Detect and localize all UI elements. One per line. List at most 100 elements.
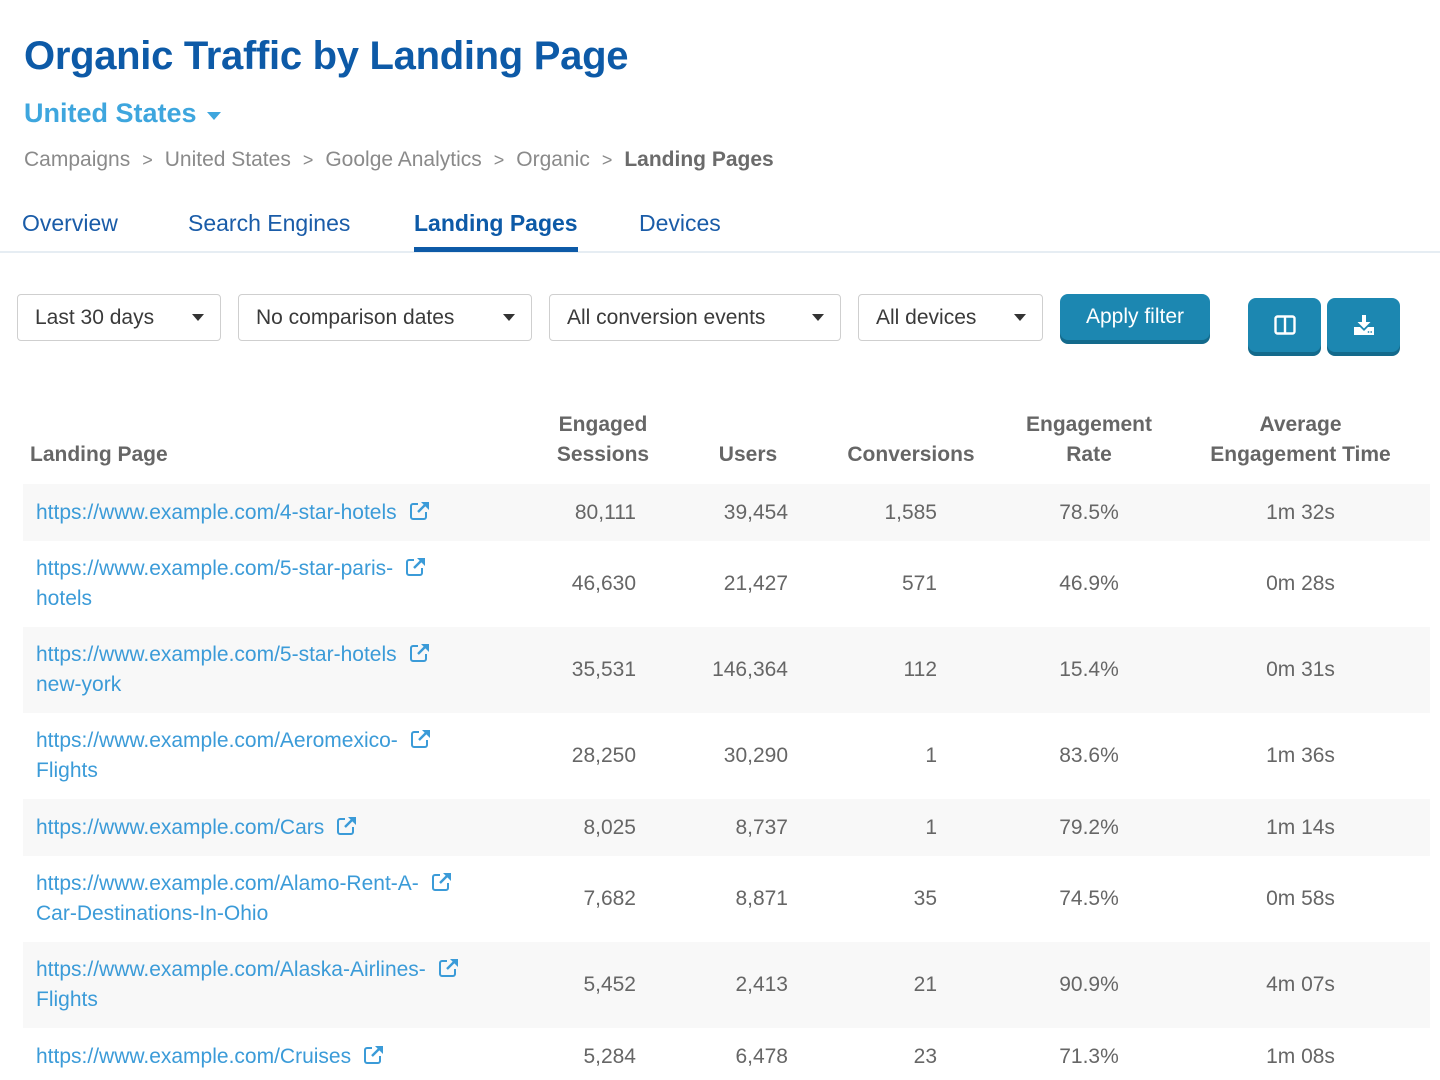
engaged-sessions-cell: 80,111 — [574, 500, 636, 524]
engagement-rate-cell: 83.6% — [1059, 744, 1119, 767]
comparison-select[interactable]: No comparison dates — [238, 294, 532, 341]
devices-select[interactable]: All devices — [858, 294, 1043, 341]
engagement-rate-cell: 78.5% — [1059, 500, 1119, 524]
columns-icon — [1273, 315, 1296, 335]
region-dropdown[interactable]: United States — [24, 98, 221, 129]
engaged-sessions-cell: 35,531 — [571, 658, 636, 681]
engaged-sessions-cell: 5,284 — [583, 1044, 636, 1068]
landing-page-cell: https://www.example.com/5-star-paris-hot… — [36, 541, 516, 627]
landing-pages-table: Landing Page Engaged Sessions Users Conv… — [23, 400, 1430, 1080]
tab-devices[interactable]: Devices — [639, 210, 721, 251]
engaged-sessions-cell: 28,250 — [571, 744, 636, 767]
external-link-icon[interactable] — [336, 816, 358, 836]
engagement-rate-cell: 90.9% — [1059, 973, 1119, 996]
external-link-icon[interactable] — [431, 872, 453, 892]
engagement-rate-cell: 15.4% — [1059, 658, 1119, 681]
conversions-cell: 23 — [913, 1044, 937, 1068]
landing-page-link[interactable]: https://www.example.com/Cars — [36, 816, 358, 839]
conversions-cell: 1,585 — [884, 500, 937, 524]
table-body: https://www.example.com/4-star-hotels 80,… — [23, 484, 1430, 1080]
conversion-events-value: All conversion events — [567, 305, 766, 329]
external-link-icon[interactable] — [438, 958, 460, 978]
conversions-cell: 1 — [925, 815, 937, 839]
conversions-cell: 35 — [913, 887, 937, 910]
landing-page-cell: https://www.example.com/Cruises — [36, 1028, 516, 1080]
landing-page-cell: https://www.example.com/Cars — [36, 799, 516, 856]
average-engagement-time-cell: 1m 08s — [1266, 1044, 1335, 1068]
engagement-rate-cell: 46.9% — [1059, 572, 1119, 595]
engaged-sessions-cell: 8,025 — [583, 815, 636, 839]
tab-overview[interactable]: Overview — [22, 210, 118, 251]
breadcrumb-landing-pages: Landing Pages — [624, 148, 774, 171]
users-cell: 146,364 — [712, 658, 788, 681]
external-link-icon[interactable] — [363, 1045, 385, 1065]
caret-down-icon — [192, 314, 204, 321]
region-label: United States — [24, 98, 197, 128]
conversions-cell: 21 — [913, 973, 937, 996]
average-engagement-time-cell: 0m 28s — [1266, 572, 1335, 595]
column-header-conversions[interactable]: Conversions — [833, 440, 989, 470]
table-row: https://www.example.com/Cruises 5,284 6,47… — [23, 1028, 1430, 1080]
page-title: Organic Traffic by Landing Page — [24, 34, 629, 78]
column-header-users[interactable]: Users — [703, 440, 793, 470]
column-header-landing-page[interactable]: Landing Page — [30, 440, 168, 470]
external-link-icon[interactable] — [409, 501, 431, 521]
table-row: https://www.example.com/5-star-hotels new… — [23, 627, 1430, 713]
external-link-icon[interactable] — [409, 643, 431, 663]
breadcrumb-separator: > — [601, 149, 613, 170]
conversion-events-select[interactable]: All conversion events — [549, 294, 841, 341]
apply-filter-button[interactable]: Apply filter — [1060, 294, 1210, 340]
landing-page-cell: https://www.example.com/4-star-hotels — [36, 484, 516, 541]
users-cell: 39,454 — [723, 500, 788, 524]
landing-page-cell: https://www.example.com/5-star-hotels new… — [36, 627, 516, 713]
comparison-value: No comparison dates — [256, 305, 455, 329]
users-cell: 6,478 — [735, 1044, 788, 1068]
conversions-cell: 1 — [925, 744, 937, 767]
breadcrumb-separator: > — [493, 149, 505, 170]
landing-page-link[interactable]: https://www.example.com/5-star-hotels new… — [36, 643, 431, 696]
engaged-sessions-cell: 46,630 — [571, 572, 636, 595]
engaged-sessions-cell: 7,682 — [583, 887, 636, 910]
average-engagement-time-cell: 1m 14s — [1266, 815, 1335, 839]
caret-down-icon — [503, 314, 515, 321]
table-row: https://www.example.com/5-star-paris-hot… — [23, 541, 1430, 627]
average-engagement-time-cell: 1m 36s — [1266, 744, 1335, 767]
columns-button[interactable] — [1248, 298, 1321, 352]
landing-page-link[interactable]: https://www.example.com/Aeromexico- Fligh… — [36, 729, 432, 782]
average-engagement-time-cell: 0m 31s — [1266, 658, 1335, 681]
landing-page-link[interactable]: https://www.example.com/Cruises — [36, 1045, 385, 1068]
breadcrumb-united-states[interactable]: United States — [165, 148, 291, 172]
table-row: https://www.example.com/4-star-hotels 80,… — [23, 484, 1430, 541]
tab-search-engines[interactable]: Search Engines — [188, 210, 350, 251]
devices-value: All devices — [876, 305, 977, 329]
landing-page-link[interactable]: https://www.example.com/4-star-hotels — [36, 501, 431, 524]
engaged-sessions-cell: 5,452 — [583, 973, 636, 996]
breadcrumb-campaigns[interactable]: Campaigns — [24, 148, 130, 172]
column-header-engaged-sessions[interactable]: Engaged Sessions — [538, 410, 668, 470]
average-engagement-time-cell: 0m 58s — [1266, 887, 1335, 910]
tab-landing-pages[interactable]: Landing Pages — [414, 210, 578, 252]
breadcrumb: Campaigns > United States > Goolge Analy… — [24, 148, 774, 172]
column-header-engagement-rate[interactable]: Engagement Rate — [1008, 410, 1170, 470]
table-header: Landing Page Engaged Sessions Users Conv… — [23, 400, 1430, 484]
breadcrumb-organic[interactable]: Organic — [516, 148, 590, 172]
users-cell: 8,871 — [735, 887, 788, 910]
landing-page-link[interactable]: https://www.example.com/Alaska-Airlines-… — [36, 958, 460, 1011]
conversions-cell: 571 — [901, 572, 937, 595]
download-button[interactable] — [1327, 298, 1400, 352]
breadcrumb-separator: > — [142, 149, 153, 170]
average-engagement-time-cell: 4m 07s — [1266, 973, 1335, 996]
landing-page-link[interactable]: https://www.example.com/5-star-paris-hot… — [36, 557, 427, 610]
date-range-select[interactable]: Last 30 days — [17, 294, 221, 341]
conversions-cell: 112 — [903, 658, 937, 681]
landing-page-cell: https://www.example.com/Aeromexico- Fligh… — [36, 713, 516, 799]
caret-down-icon — [812, 314, 824, 321]
external-link-icon[interactable] — [410, 729, 432, 749]
download-icon — [1353, 315, 1374, 335]
breadcrumb-google-analytics[interactable]: Goolge Analytics — [325, 148, 481, 172]
external-link-icon[interactable] — [405, 557, 427, 577]
date-range-value: Last 30 days — [35, 305, 155, 329]
column-header-average-engagement-time[interactable]: Average Engagement Time — [1193, 410, 1408, 470]
breadcrumb-separator: > — [302, 149, 314, 170]
landing-page-link[interactable]: https://www.example.com/Alamo-Rent-A- Car… — [36, 872, 453, 925]
